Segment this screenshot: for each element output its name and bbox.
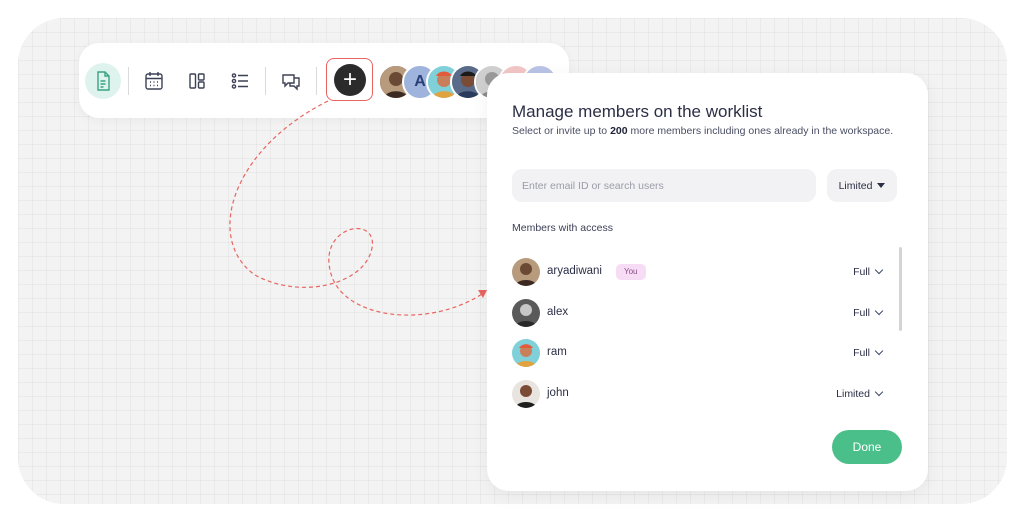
access-level-dropdown[interactable]: Limited [827,169,897,202]
dialog-subtitle: Select or invite up to 200 more members … [512,125,894,137]
permission-dropdown[interactable]: Full [853,265,884,278]
permission-dropdown[interactable]: Full [853,346,884,359]
member-row: aryadiwani You Full [512,258,892,288]
permission-dropdown[interactable]: Full [853,306,884,319]
members-section-label: Members with access [512,222,613,234]
chevron-down-icon [874,306,884,316]
member-row: ram Full [512,339,892,369]
avatar [512,258,540,286]
permission-value: Limited [836,388,870,400]
done-button[interactable]: Done [832,430,902,464]
permission-value: Full [853,266,870,278]
avatar [512,339,540,367]
member-name: john [547,387,569,399]
permission-value: Full [853,307,870,319]
member-name: aryadiwani [547,265,602,277]
search-input[interactable] [512,169,816,202]
caret-down-icon [877,183,886,188]
members-scrollbar[interactable] [899,247,902,331]
member-name: alex [547,306,569,318]
member-row: alex Full [512,299,892,329]
avatar [512,299,540,327]
permission-value: Full [853,347,870,359]
chevron-down-icon [874,346,884,356]
you-badge: You [616,264,646,280]
chevron-down-icon [874,387,884,397]
chevron-down-icon [874,265,884,275]
member-row: john Limited [512,380,892,410]
permission-dropdown[interactable]: Limited [836,387,884,400]
access-level-value: Limited [838,179,873,192]
avatar [512,380,540,408]
dialog-title: Manage members on the worklist [512,102,763,121]
member-name: ram [547,346,567,358]
